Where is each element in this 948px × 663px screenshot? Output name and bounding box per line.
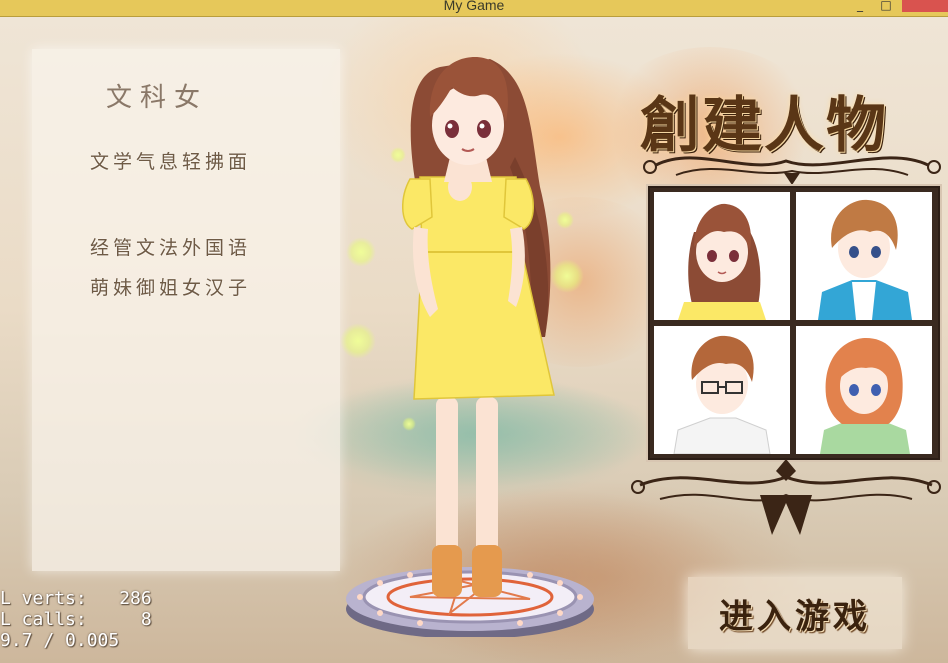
game-scene: 文科女 文学气息轻拂面 经管文法外国语 萌妹御姐女汉子 創建人物 进入游戏 L … [0, 17, 948, 663]
enter-game-label: 进入游戏 [719, 597, 871, 637]
character-info-panel [32, 49, 340, 571]
window-titlebar: My Game _ □ [0, 0, 948, 17]
character-preview[interactable] [340, 37, 600, 637]
close-button[interactable] [902, 0, 948, 12]
minimize-button[interactable]: _ [852, 0, 868, 12]
character-description-line: 文学气息轻拂面 [90, 151, 252, 173]
maximize-button[interactable]: □ [878, 0, 894, 12]
stats-calls: L calls: 8 [0, 609, 152, 630]
character-description-line: 经管文法外国语 [90, 237, 252, 259]
bottom-ornament [631, 459, 941, 535]
stats-fps: 9.7 / 0.005 [0, 630, 120, 651]
create-character-title: 創建人物 [640, 91, 888, 161]
portrait-boy-blue-jacket[interactable] [796, 192, 932, 320]
portrait-girl-long-brown-hair[interactable] [654, 192, 790, 320]
stats-verts: L verts: 286 [0, 588, 152, 609]
character-pedestal [346, 567, 594, 637]
portrait-boy-glasses[interactable] [654, 326, 790, 454]
character-description-line: 萌妹御姐女汉子 [90, 277, 252, 299]
character-portrait-grid [648, 186, 940, 460]
character-class-name: 文科女 [106, 83, 209, 113]
debug-stats: L verts: 286 L calls: 8 9.7 / 0.005 [0, 588, 152, 651]
portrait-girl-short-orange-hair[interactable] [796, 326, 932, 454]
enter-game-button[interactable]: 进入游戏 [688, 577, 902, 649]
window-title: My Game [443, 0, 505, 13]
